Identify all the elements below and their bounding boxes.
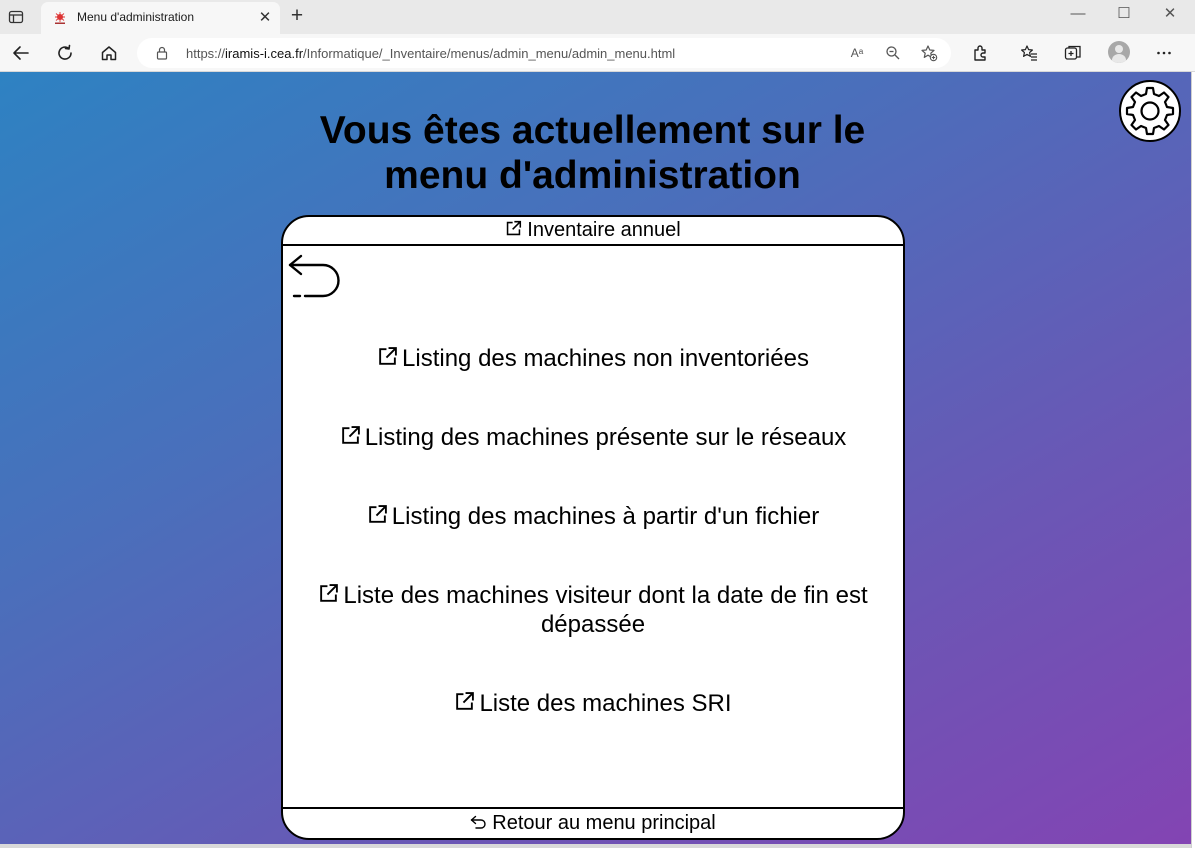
browser-chrome: Menu d'administration ✕ + — ☐ ✕ https://… xyxy=(0,0,1195,72)
minimize-icon[interactable]: — xyxy=(1055,3,1101,25)
external-link-icon xyxy=(341,426,360,444)
new-tab-icon[interactable]: + xyxy=(286,5,308,27)
retour-menu-principal-link[interactable]: Retour au menu principal xyxy=(470,812,716,835)
site-favicon-icon xyxy=(55,12,65,24)
extensions-icon[interactable] xyxy=(967,40,993,66)
menu-item-label: Liste des machines visiteur dont la date… xyxy=(343,582,868,638)
url-path: /Informatique/_Inventaire/menus/admin_me… xyxy=(303,46,676,61)
tab-actions-icon[interactable] xyxy=(6,7,26,27)
menu-item-visiteur[interactable]: Liste des machines visiteur dont la date… xyxy=(293,581,893,639)
tab-strip: Menu d'administration ✕ + — ☐ ✕ xyxy=(0,0,1195,34)
address-bar[interactable]: https://iramis-i.cea.fr/Informatique/_In… xyxy=(137,38,951,68)
menu-item-sri[interactable]: Liste des machines SRI xyxy=(293,689,893,718)
more-options-icon[interactable] xyxy=(1151,40,1177,66)
window-close-icon[interactable]: ✕ xyxy=(1147,3,1193,25)
external-link-icon xyxy=(320,584,339,602)
panel-footer: Retour au menu principal xyxy=(283,807,903,838)
browser-toolbar: https://iramis-i.cea.fr/Informatique/_In… xyxy=(0,34,1195,72)
zoom-icon[interactable] xyxy=(884,44,902,62)
refresh-icon[interactable] xyxy=(52,40,78,66)
lock-icon[interactable] xyxy=(155,46,169,60)
inventaire-annuel-link[interactable]: Inventaire annuel xyxy=(505,219,681,242)
window-right-edge xyxy=(1191,72,1195,848)
external-link-icon xyxy=(507,220,522,236)
menu-item-fichier[interactable]: Listing des machines à partir d'un fichi… xyxy=(293,502,893,531)
external-link-icon xyxy=(379,347,397,365)
menu-item-label: Listing des machines non inventoriées xyxy=(402,345,809,372)
menu-item-label: Liste des machines SRI xyxy=(479,690,732,717)
collections-icon[interactable] xyxy=(1060,40,1086,66)
url-host: iramis-i.cea.fr xyxy=(225,46,304,61)
url-scheme: https:// xyxy=(186,46,226,61)
undo-icon xyxy=(471,815,486,829)
external-link-icon xyxy=(368,505,387,523)
window-bottom-edge xyxy=(0,844,1191,848)
menu-item-label: Listing des machines présente sur le rés… xyxy=(364,424,847,451)
home-icon[interactable] xyxy=(96,40,122,66)
favorites-icon[interactable] xyxy=(1016,40,1042,66)
inventaire-annuel-label: Inventaire annuel xyxy=(527,219,681,241)
tab-close-icon[interactable]: ✕ xyxy=(256,8,274,26)
settings-gear-icon[interactable] xyxy=(1119,80,1181,142)
maximize-icon[interactable]: ☐ xyxy=(1101,3,1147,25)
menu-item-reseaux[interactable]: Listing des machines présente sur le rés… xyxy=(293,423,893,452)
page-title: Vous êtes actuellement sur le menu d'adm… xyxy=(319,109,866,197)
tab-title: Menu d'administration xyxy=(77,10,195,24)
page-viewport: Vous êtes actuellement sur le menu d'adm… xyxy=(0,72,1191,844)
external-link-icon xyxy=(456,692,475,710)
browser-tab[interactable]: Menu d'administration ✕ xyxy=(41,2,280,34)
menu-item-non-inventoriees[interactable]: Listing des machines non inventoriées xyxy=(293,344,893,373)
back-icon[interactable] xyxy=(8,40,34,66)
admin-menu-panel: Inventaire annuel Listing des machines n… xyxy=(281,215,905,840)
panel-header: Inventaire annuel xyxy=(283,217,903,246)
back-arrow-icon[interactable] xyxy=(287,253,341,307)
retour-label: Retour au menu principal xyxy=(492,812,716,834)
read-aloud-icon[interactable]: Aᵃ xyxy=(848,44,866,62)
add-favorite-icon[interactable] xyxy=(920,44,938,62)
profile-avatar[interactable] xyxy=(1108,41,1130,63)
menu-item-label: Listing des machines à partir d'un fichi… xyxy=(391,503,820,530)
url-text[interactable]: https://iramis-i.cea.fr/Informatique/_In… xyxy=(186,46,675,61)
